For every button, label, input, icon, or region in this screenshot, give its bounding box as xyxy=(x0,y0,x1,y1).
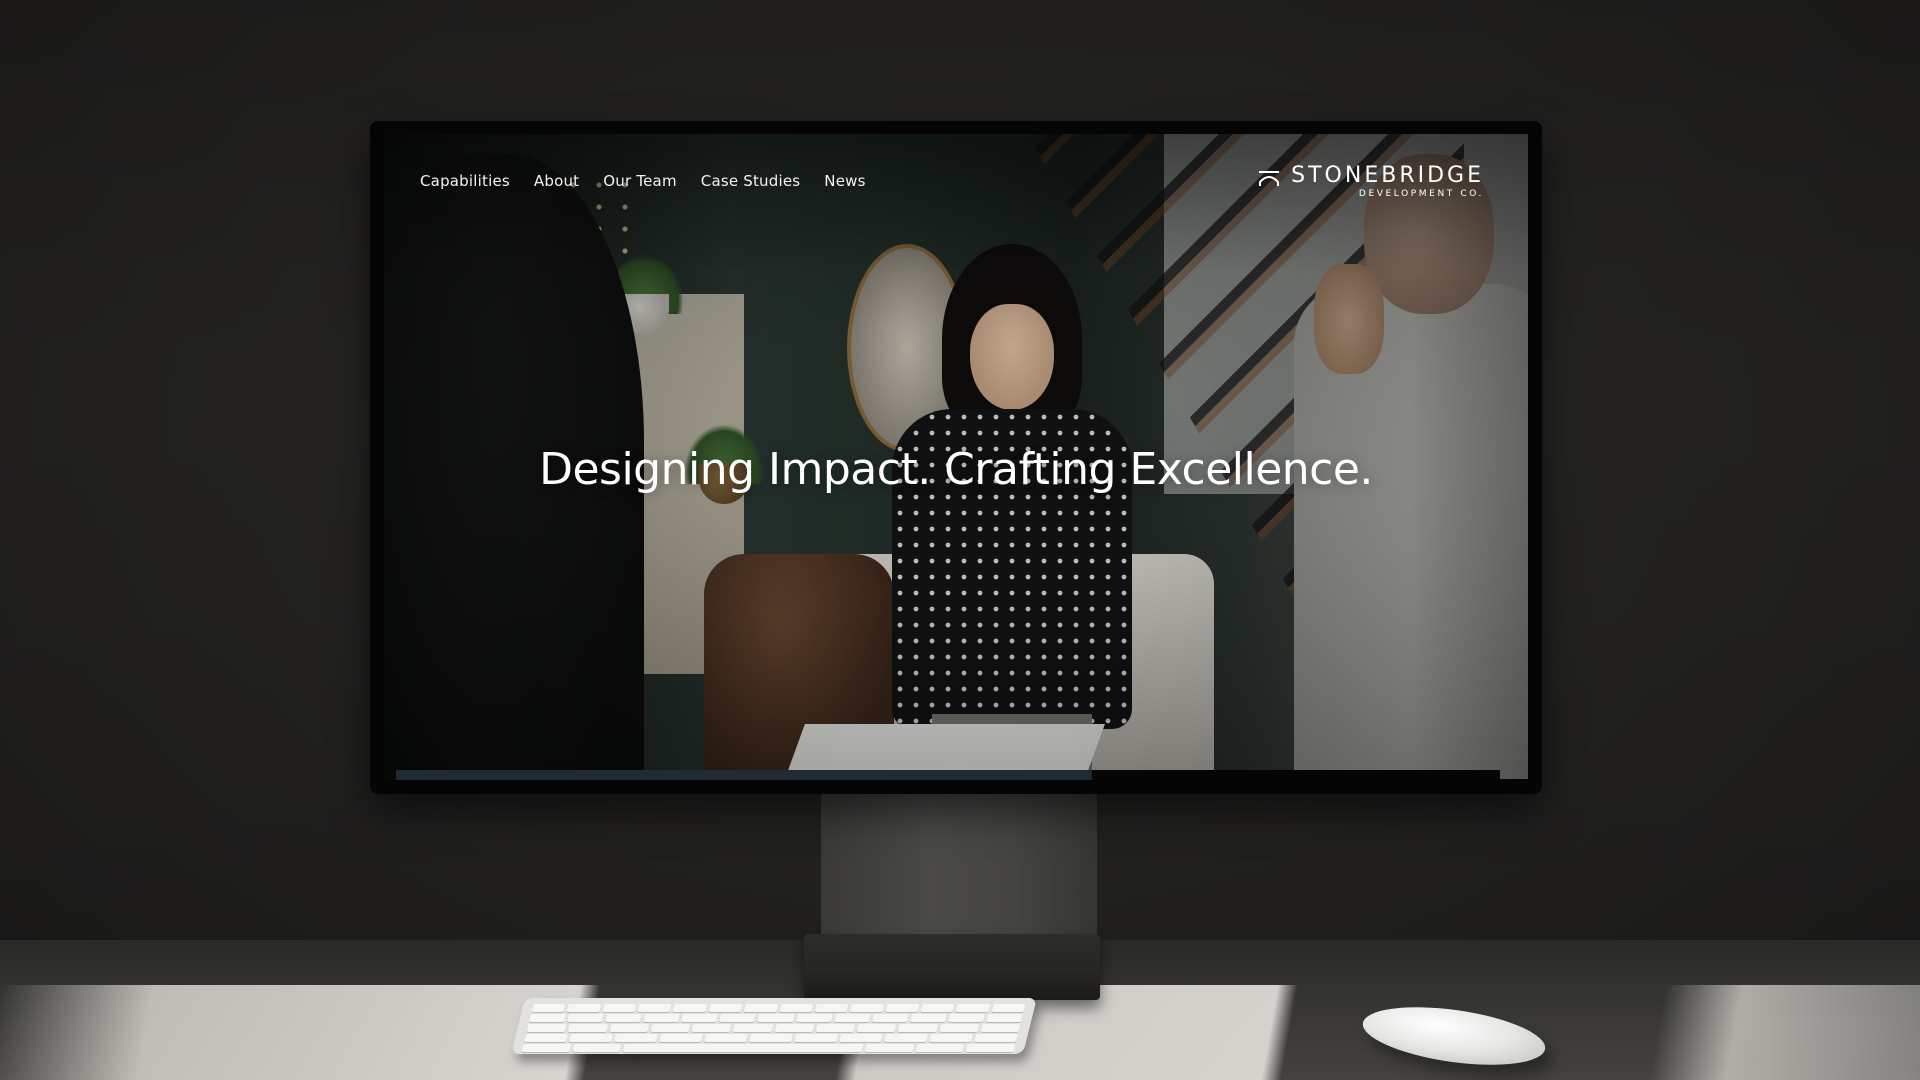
hero-top-gradient xyxy=(384,134,1528,274)
website-screen: Capabilities About Our Team Case Studies… xyxy=(384,134,1528,779)
stonebridge-logo-mark-icon xyxy=(1259,171,1280,186)
main-nav: Capabilities About Our Team Case Studies… xyxy=(420,172,866,190)
monitor: Capabilities About Our Team Case Studies… xyxy=(370,121,1542,794)
slider-progress-bar xyxy=(396,770,1500,780)
monitor-stand-neck xyxy=(821,794,1097,934)
nav-link-our-team[interactable]: Our Team xyxy=(603,172,677,190)
brand-subtitle: DEVELOPMENT CO. xyxy=(1358,189,1484,199)
slider-progress-fill xyxy=(396,770,1092,780)
desk-scene: Capabilities About Our Team Case Studies… xyxy=(0,0,1920,1080)
monitor-stand-base xyxy=(804,934,1100,1000)
hero-headline: Designing Impact. Crafting Excellence. xyxy=(539,444,1373,495)
nav-link-about[interactable]: About xyxy=(534,172,579,190)
nav-link-capabilities[interactable]: Capabilities xyxy=(420,172,510,190)
brand-logo[interactable]: STONEBRIDGE DEVELOPMENT CO. xyxy=(1257,164,1484,200)
nav-link-case-studies[interactable]: Case Studies xyxy=(701,172,801,190)
brand-name: STONEBRIDGE xyxy=(1291,163,1484,188)
brand-wordmark: STONEBRIDGE DEVELOPMENT CO. xyxy=(1291,164,1484,200)
nav-link-news[interactable]: News xyxy=(824,172,865,190)
keyboard xyxy=(511,998,1037,1054)
